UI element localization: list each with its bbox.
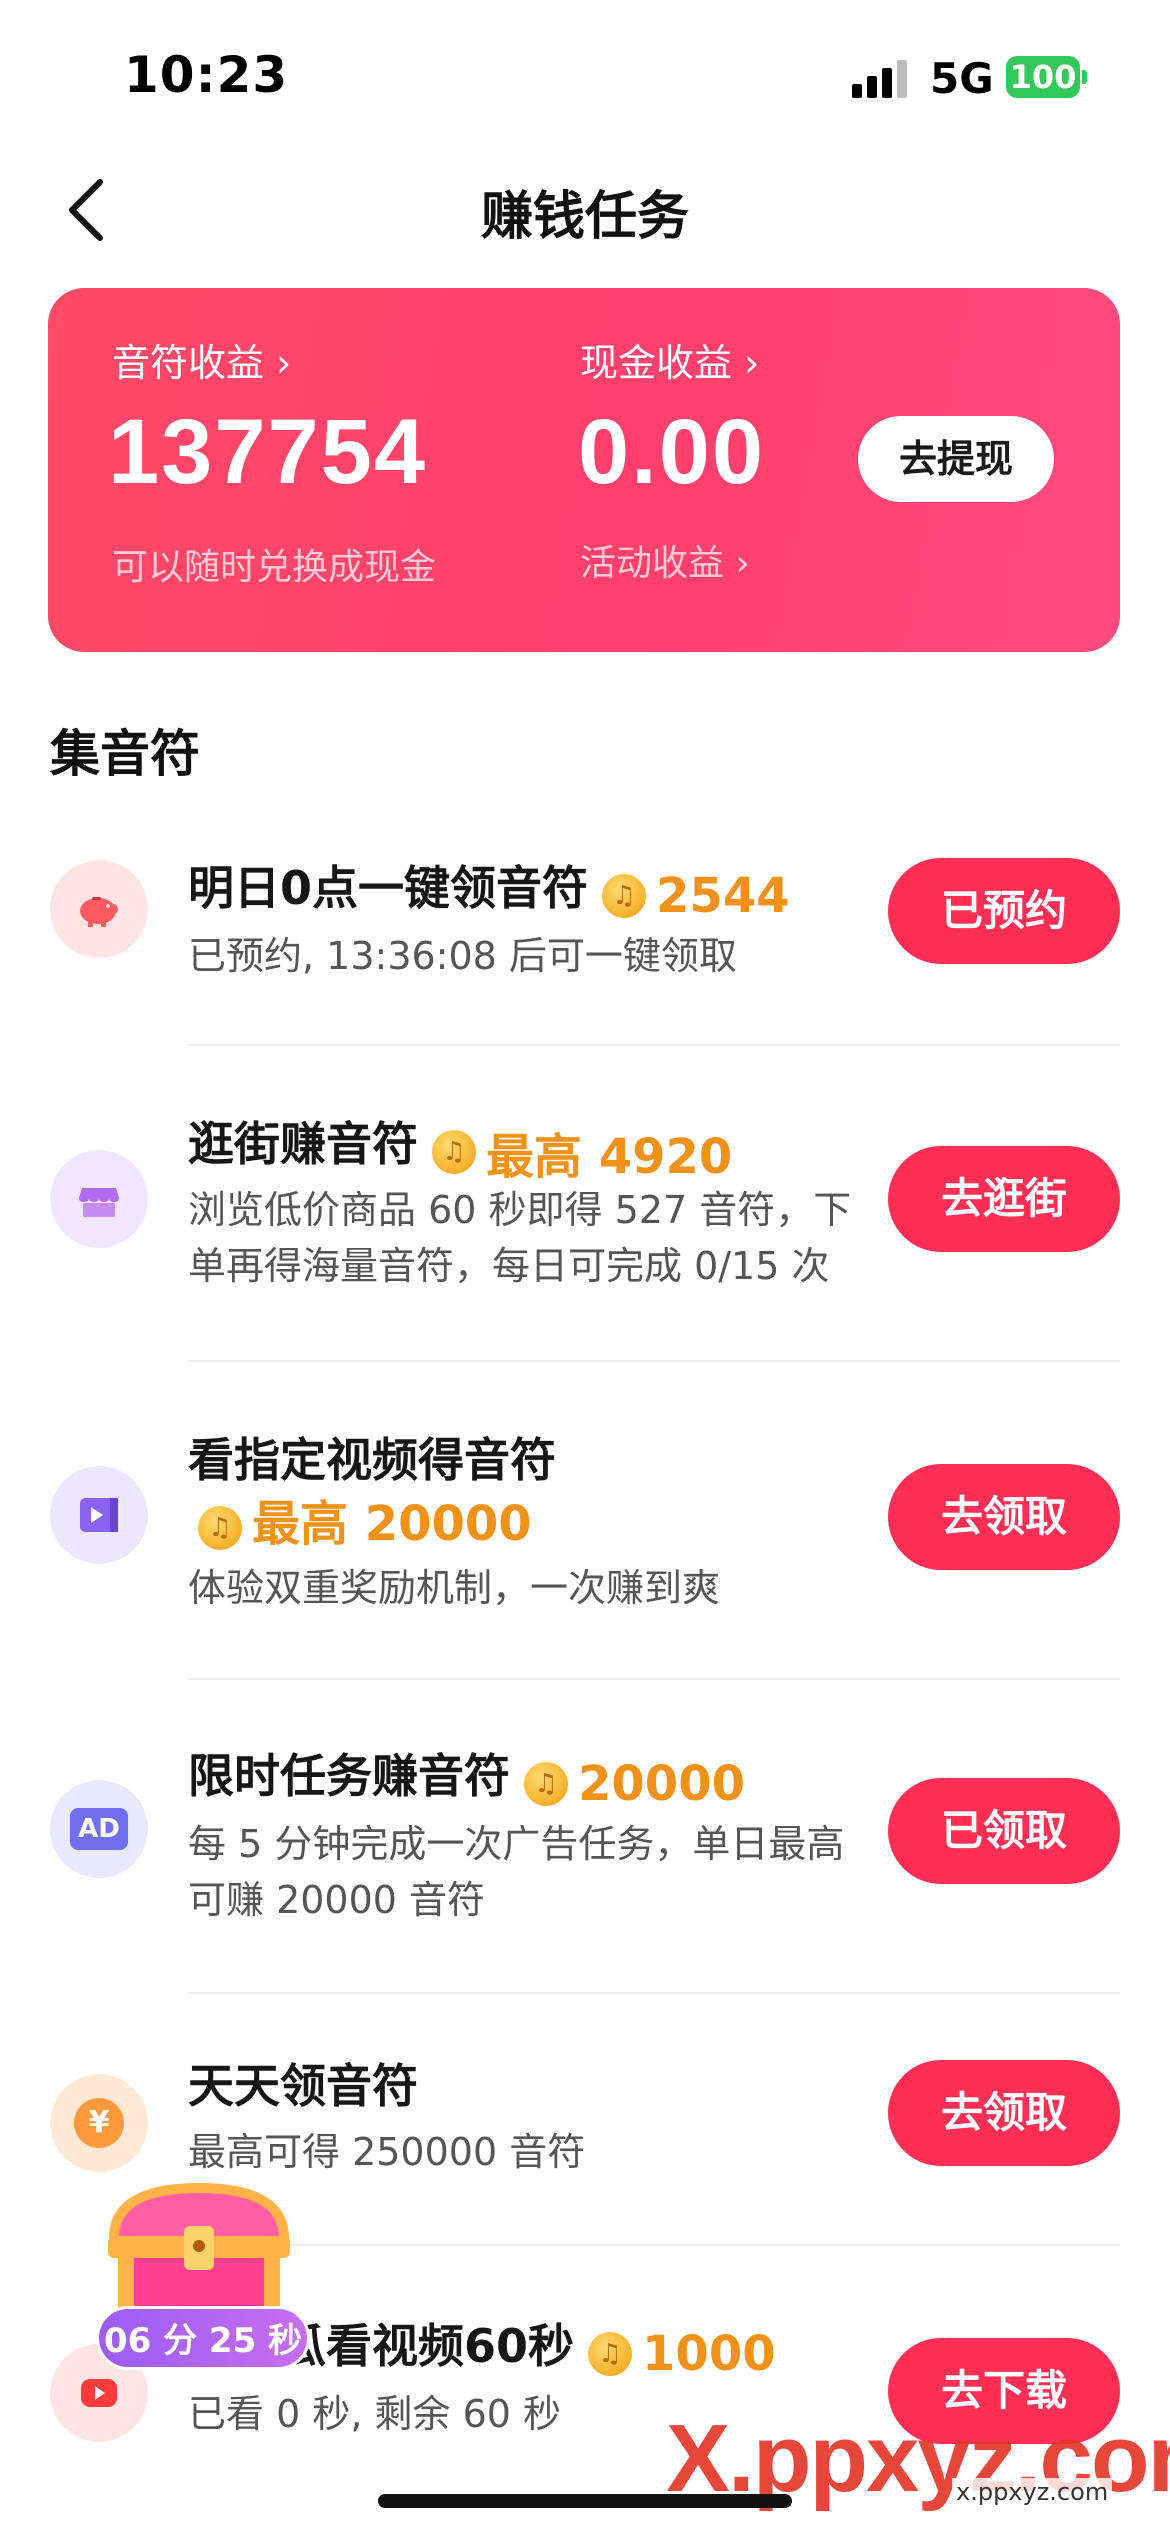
nav-bar: 赚钱任务: [0, 150, 1170, 270]
reserved-button[interactable]: 已预约: [888, 858, 1120, 964]
divider: [188, 1360, 1120, 1362]
task-reward: ♫ 最高 4920: [432, 1117, 732, 1187]
signal-icon: [852, 58, 912, 98]
divider: [188, 1992, 1120, 1994]
withdraw-button[interactable]: 去提现: [858, 416, 1054, 502]
task-desc: 浏览低价商品 60 秒即得 527 音符，下单再得海量音符，每日可完成 0/15…: [188, 1188, 852, 1288]
task-reward: ♫ 20000: [524, 1756, 745, 1812]
status-time: 10:23: [124, 46, 289, 104]
go-shopping-button[interactable]: 去逛街: [888, 1146, 1120, 1252]
network-type: 5G: [930, 54, 994, 103]
claimed-button[interactable]: 已领取: [888, 1778, 1120, 1884]
task-title: 明日0点一键领音符 ♫ 2544: [188, 861, 790, 924]
note-earnings-label[interactable]: 音符收益 ›: [112, 332, 291, 387]
battery-tip: [1082, 70, 1087, 84]
task-desc: 已预约, 13:36:08 后可一键领取: [188, 934, 737, 978]
yen-coin-icon: ¥: [50, 2074, 148, 2172]
cash-earnings-label[interactable]: 现金收益 ›: [580, 332, 759, 387]
piggy-bank-icon: [50, 860, 148, 958]
cash-earnings-value: 0.00: [578, 401, 766, 503]
ad-icon: AD: [50, 1780, 148, 1878]
activity-earnings-link[interactable]: 活动收益 ›: [580, 534, 750, 586]
countdown-timer[interactable]: 06 分 25 秒: [96, 2306, 310, 2370]
task-title: 天天领音符: [188, 2059, 418, 2113]
coin-icon: ♫: [602, 874, 647, 918]
coin-icon: ♫: [524, 1762, 568, 1806]
coin-icon: ♫: [588, 2332, 633, 2376]
task-reward: ♫ 2544: [602, 868, 790, 924]
task-desc: 体验双重奖励机制，一次赚到爽: [188, 1566, 721, 1610]
divider: [188, 2244, 1120, 2246]
shop-icon: [50, 1150, 148, 1248]
task-title: 看指定视频得音符: [188, 1433, 556, 1487]
note-earnings-sub: 可以随时兑换成现金: [112, 547, 437, 588]
watermark-small: x.ppxyz.com: [952, 2478, 1113, 2506]
task-desc: 每 5 分钟完成一次广告任务，单日最高可赚 20000 音符: [188, 1822, 845, 1922]
claim-button[interactable]: 去领取: [888, 2060, 1120, 2166]
task-reward: ♫ 最高 20000: [198, 1484, 532, 1554]
coin-icon: ♫: [432, 1130, 476, 1174]
claim-button[interactable]: 去领取: [888, 1464, 1120, 1570]
coin-icon: ♫: [198, 1505, 242, 1550]
video-icon: [50, 1466, 148, 1564]
home-indicator[interactable]: [378, 2494, 792, 2508]
status-bar: 10:23 5G 100: [0, 0, 1170, 150]
task-title: 逛街赚音符 ♫ 最高 4920: [188, 1117, 733, 1187]
task-reward: ♫ 1000: [588, 2326, 776, 2382]
note-earnings-value: 137754: [108, 401, 427, 503]
battery-icon: 100: [1006, 56, 1080, 98]
divider: [188, 1678, 1120, 1680]
divider: [188, 1044, 1120, 1046]
page-title: 赚钱任务: [480, 187, 689, 247]
task-title: 限时任务赚音符 ♫ 20000: [188, 1749, 745, 1812]
section-title: 集音符: [50, 725, 200, 783]
screen: 10:23 5G 100 赚钱任务 音符收益 › 137754 可以随时兑换成现…: [0, 0, 1170, 2532]
earnings-card: 音符收益 › 137754 可以随时兑换成现金 现金收益 › 0.00 活动收益…: [48, 288, 1120, 652]
